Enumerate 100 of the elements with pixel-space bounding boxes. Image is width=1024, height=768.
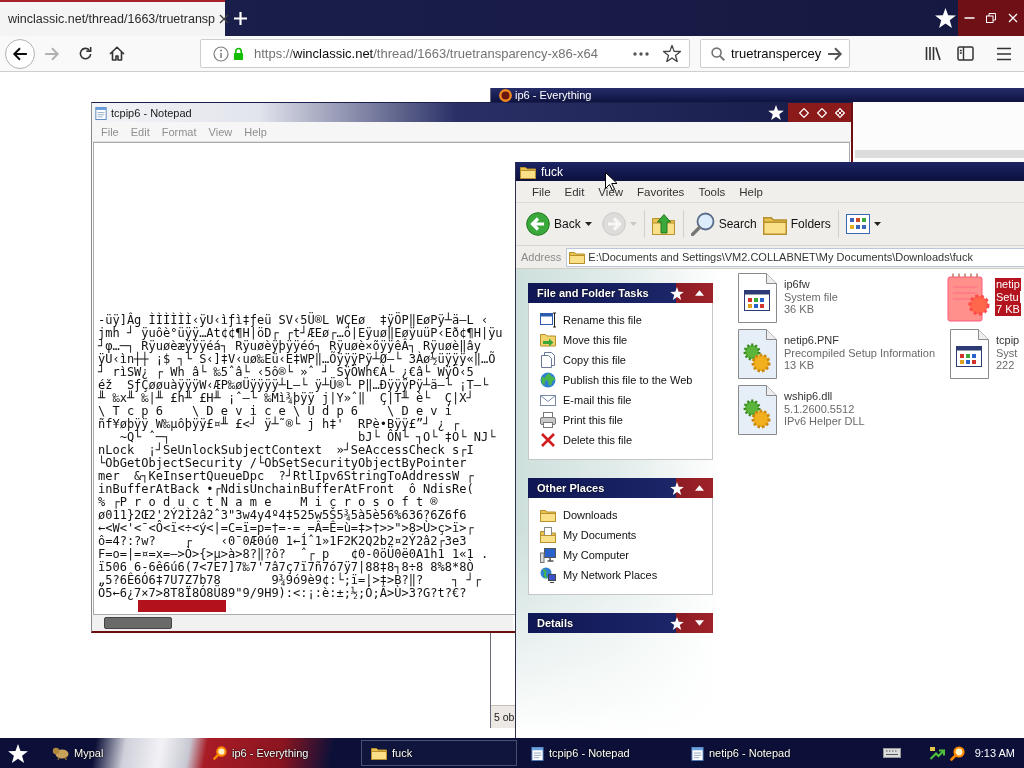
place-link[interactable]: Downloads	[540, 505, 712, 525]
maximize-button[interactable]	[815, 106, 828, 119]
text-line: Ò5←6¿7×7>8T8Ï8Ó8Ü89"9/9H9):<:¡:è:±;½;Ó;Â>Ù>3?G?t?€?	[98, 587, 467, 600]
network-icon	[928, 745, 945, 761]
clock: 9:13 AM	[974, 747, 1016, 759]
star-icon	[670, 616, 684, 630]
place-link[interactable]: My Documents	[540, 525, 712, 545]
text-line: ←<W<'<¯<Ô<ï<÷<ý<|=C=ï=p=†=-=¸=Â=Ê=ù=‡>†>>">8>Ù>ç>ï>┌	[98, 522, 474, 535]
text-line: nLock ¡┘SeUnlockSubjectContext »┘SeAccessCheck s┌I	[98, 444, 474, 457]
star-icon	[670, 286, 684, 300]
file-name[interactable]: tcpip	[995, 334, 1021, 347]
taskbar-button[interactable]: ip6 - Everything	[203, 740, 358, 766]
notepad-icon	[95, 105, 107, 120]
menu-item[interactable]: View	[591, 184, 631, 199]
star-icon	[670, 481, 684, 495]
menu-icon	[996, 46, 1012, 61]
keyboard-icon	[882, 748, 901, 758]
ring-icon	[499, 88, 512, 102]
go-arrow-icon	[827, 46, 844, 61]
computer-icon	[540, 547, 556, 563]
text-line: jmh ┘ ÿuôè°üÿÿ…At¢¢¶H|öD┌ ┌t┘ÆEø┌…ö|Eÿuø‖EøÿuüP‹Eð¢¶H|ÿu	[98, 327, 503, 340]
panel-header[interactable]: Other Places	[528, 478, 713, 498]
close-button[interactable]	[833, 106, 846, 119]
document-folder-icon	[540, 527, 556, 543]
notepad-icon	[691, 745, 704, 761]
task-link[interactable]: Rename this file	[540, 310, 712, 330]
place-link[interactable]: My Network Places	[540, 565, 712, 585]
minimize-icon	[798, 107, 809, 118]
file-detail: 222	[995, 359, 1016, 372]
back-button[interactable]	[5, 38, 35, 69]
task-link[interactable]: Move this file	[540, 330, 712, 350]
text-line: ô=4?:?w? ┌ ‹0¯0Æ0ú0 1←1ˆ1»1F2K2Q2b2¤2Ý2â2┌3e3	[98, 535, 467, 548]
menu-item[interactable]: Favorites	[630, 184, 692, 199]
reload-icon	[77, 46, 93, 61]
task-link[interactable]: Copy this file	[540, 350, 712, 370]
text-line: mer &┐KeInsertQueueDpc ?┘RtlIpv6StringToAddressW ┌	[98, 470, 474, 483]
text-line: ~Q└ ˆ─┐ bJ└ ÔN└ ┐O└ ‡O└ NJ└	[119, 431, 496, 444]
task-link[interactable]: Publish this file to the Web	[540, 370, 712, 390]
animal-icon	[52, 746, 69, 760]
search-icon	[690, 212, 715, 236]
menu-item[interactable]: Tools	[691, 184, 733, 199]
file-name[interactable]: ip6fw	[783, 278, 811, 291]
scrollbar[interactable]	[92, 615, 513, 631]
more-icon	[633, 51, 649, 56]
back-arrow-icon	[12, 46, 28, 61]
menu-item[interactable]: File	[525, 184, 558, 199]
taskbar-button[interactable]: Mypal	[42, 740, 200, 766]
place-link[interactable]: My Computer	[540, 545, 712, 565]
text-line: inBufferAtBack •┌NdisUnchainBufferAtFront ô NdisRe(	[98, 483, 474, 496]
menu-item[interactable]: Help	[732, 184, 770, 199]
close-icon	[834, 107, 845, 118]
text-line: └ObGetObjectSecurity /└ObSetSecurityObjectByPointer	[98, 457, 467, 470]
text-line: ╨ ‰x╨ ‰|╨ £h╨ £H╨ ¡ˆ–└ ‰Mì¾þÿÿ j|Y»ˆ‖ Ç|T╨ è└ Ç|X┘	[98, 392, 474, 405]
folders-button[interactable]: Folders	[759, 208, 834, 240]
file-name[interactable]: wship6.dll	[783, 390, 834, 403]
search-icon	[711, 46, 725, 61]
star-icon	[935, 8, 956, 28]
file-detail: Syst	[995, 346, 1019, 359]
caret-icon	[873, 222, 881, 226]
panel-title: Other Places	[537, 482, 606, 494]
file-detail: 13 KB	[783, 359, 815, 372]
search-button[interactable]: Search	[687, 208, 760, 240]
back-button[interactable]: Back	[523, 208, 595, 240]
cross-icon	[541, 433, 555, 447]
task-link[interactable]: E-mail this file	[540, 390, 712, 410]
taskbar-button[interactable]: netip6 - Notepad	[681, 740, 837, 766]
file-name[interactable]: netip	[995, 278, 1021, 291]
panel-header[interactable]: Details	[528, 613, 713, 633]
address-label: Address	[520, 251, 563, 263]
home-icon	[109, 46, 125, 61]
info-icon	[213, 45, 229, 62]
bookmark-star-icon	[663, 45, 681, 62]
printer-icon	[540, 412, 556, 428]
minimize-button[interactable]	[797, 106, 810, 119]
address-field[interactable]: E:\Documents and Settings\VM2.COLLABNET\My Documents\Downloads\fuck	[566, 247, 1024, 267]
search-field[interactable]: truetranspercey	[700, 39, 850, 68]
taskbar-button[interactable]: tcpip6 - Notepad	[521, 740, 677, 766]
scrollbar-thumb[interactable]	[104, 617, 172, 629]
menu-item[interactable]: Edit	[557, 184, 592, 199]
globe-computer-icon	[540, 567, 556, 583]
taskbar-button[interactable]: fuck	[361, 740, 517, 766]
folder-arrow-icon	[540, 332, 556, 348]
library-icon	[925, 46, 942, 61]
address-bar[interactable]: https://winclassic.net/thread/1663/truetransparency-x86-x64	[200, 39, 690, 68]
caret-icon	[584, 222, 592, 226]
window-icon	[540, 312, 556, 328]
folder-icon	[569, 250, 586, 264]
file-name[interactable]: netip6.PNF	[783, 334, 841, 347]
envelope-icon	[540, 394, 556, 406]
close-icon	[1008, 13, 1018, 23]
globe-icon	[540, 372, 556, 388]
status-text: 5 ob	[494, 711, 515, 723]
folder-up-icon	[651, 213, 676, 235]
tab-title: winclassic.net/thread/1663/truetransp	[8, 12, 216, 26]
maximize-icon	[816, 107, 827, 118]
panel-header[interactable]: File and Folder Tasks	[528, 283, 713, 303]
restore-icon	[986, 13, 996, 23]
caret-icon	[629, 222, 637, 226]
task-link[interactable]: Print this file	[540, 410, 712, 430]
task-link[interactable]: Delete this file	[540, 430, 712, 450]
